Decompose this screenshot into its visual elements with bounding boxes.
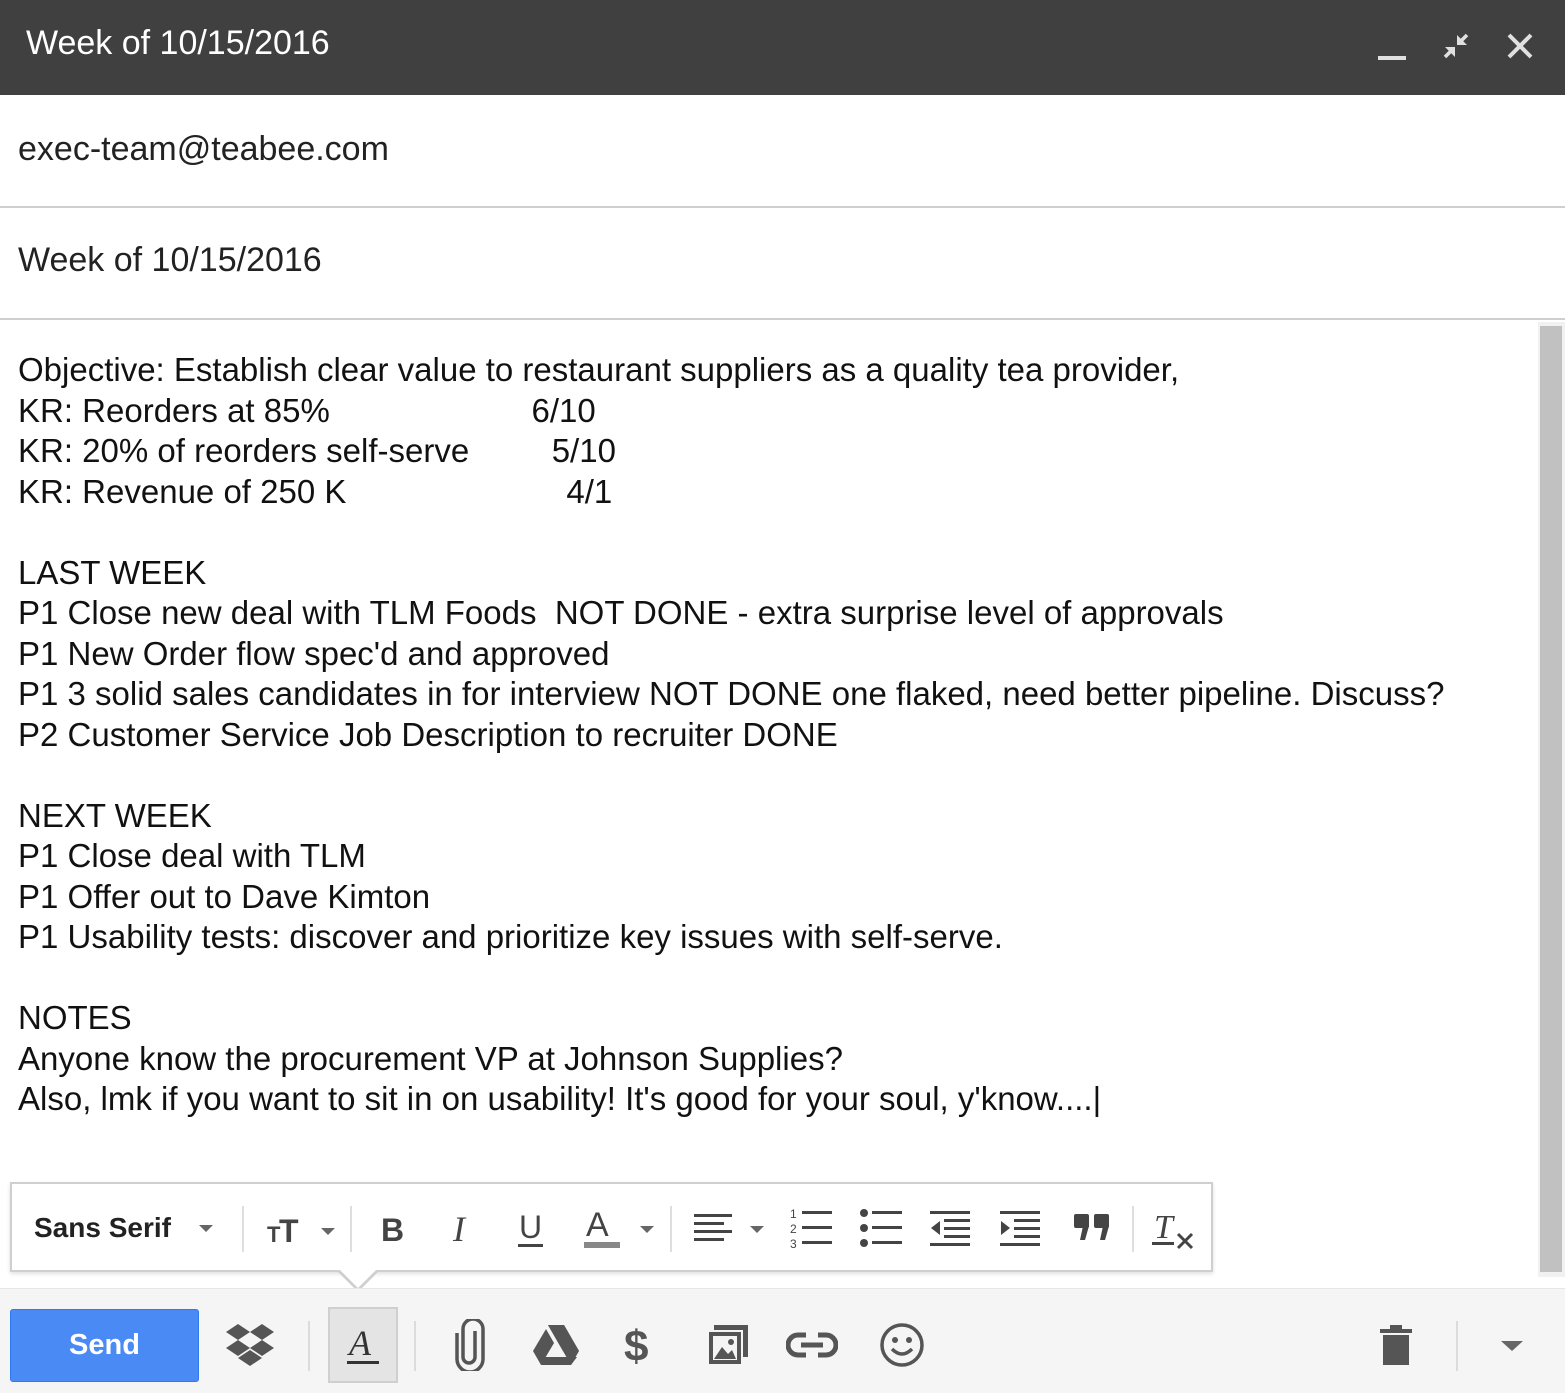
separator xyxy=(1456,1321,1458,1371)
compose-bottom-toolbar: Send A $ xyxy=(0,1288,1565,1393)
bold-icon[interactable]: B xyxy=(368,1202,418,1254)
svg-text:T: T xyxy=(1154,1209,1175,1246)
separator xyxy=(350,1206,352,1252)
separator xyxy=(670,1206,672,1252)
message-body-text[interactable]: Objective: Establish clear value to rest… xyxy=(18,350,1444,1120)
subject-input[interactable]: Week of 10/15/2016 xyxy=(18,240,322,280)
attach-icon[interactable] xyxy=(438,1313,502,1377)
numbered-list-icon[interactable]: 123 xyxy=(784,1202,838,1254)
svg-text:I: I xyxy=(452,1209,467,1248)
svg-text:3: 3 xyxy=(790,1237,797,1250)
compose-title: Week of 10/15/2016 xyxy=(26,24,330,62)
separator xyxy=(414,1321,416,1371)
formatting-options-icon[interactable]: A xyxy=(328,1307,398,1383)
quote-icon[interactable] xyxy=(1066,1202,1120,1254)
separator xyxy=(1132,1206,1134,1252)
exit-fullscreen-icon[interactable] xyxy=(1434,24,1478,68)
more-options-icon[interactable] xyxy=(1480,1313,1544,1377)
remove-formatting-icon[interactable]: T xyxy=(1148,1202,1202,1254)
svg-text:$: $ xyxy=(624,1322,648,1371)
separator xyxy=(242,1206,244,1252)
send-button[interactable]: Send xyxy=(10,1309,199,1382)
svg-text:U: U xyxy=(519,1209,542,1245)
recipient-address[interactable]: exec-team@teabee.com xyxy=(18,129,389,169)
subject-field[interactable]: Week of 10/15/2016 xyxy=(0,208,1565,320)
compose-title-bar[interactable]: Week of 10/15/2016 xyxy=(0,0,1565,95)
svg-text:B: B xyxy=(381,1212,404,1248)
indent-more-icon[interactable] xyxy=(994,1202,1048,1254)
scrollbar-thumb[interactable] xyxy=(1540,326,1562,1272)
separator xyxy=(308,1321,310,1371)
photo-icon[interactable] xyxy=(696,1313,760,1377)
close-icon[interactable] xyxy=(1498,24,1542,68)
font-family-label: Sans Serif xyxy=(34,1212,171,1243)
formatting-toolbar-pointer-fill xyxy=(339,1269,377,1288)
chevron-down-icon xyxy=(198,1224,213,1232)
text-color-icon[interactable]: A xyxy=(578,1202,658,1254)
svg-text:A: A xyxy=(586,1206,609,1244)
body-scrollbar[interactable] xyxy=(1538,322,1565,1277)
drive-icon[interactable] xyxy=(524,1313,588,1377)
svg-text:1: 1 xyxy=(790,1207,797,1221)
minimize-icon[interactable] xyxy=(1370,24,1414,68)
link-icon[interactable] xyxy=(780,1313,844,1377)
italic-icon[interactable]: I xyxy=(438,1202,488,1254)
money-icon[interactable]: $ xyxy=(608,1313,672,1377)
align-icon[interactable] xyxy=(688,1202,768,1254)
indent-less-icon[interactable] xyxy=(924,1202,978,1254)
underline-icon[interactable]: U xyxy=(506,1202,556,1254)
font-family-select[interactable]: Sans Serif xyxy=(34,1202,234,1254)
bulleted-list-icon[interactable] xyxy=(854,1202,908,1254)
svg-text:2: 2 xyxy=(790,1222,797,1236)
trash-icon[interactable] xyxy=(1364,1313,1428,1377)
message-body[interactable]: Objective: Establish clear value to rest… xyxy=(0,322,1536,1182)
text-size-icon[interactable]: T T xyxy=(260,1202,340,1254)
to-field[interactable]: exec-team@teabee.com xyxy=(0,95,1565,208)
dropbox-icon[interactable] xyxy=(218,1313,282,1377)
svg-text:T: T xyxy=(279,1213,299,1248)
formatting-toolbar: Sans Serif T T B I U A 123 T xyxy=(10,1182,1213,1272)
emoji-icon[interactable] xyxy=(870,1313,934,1377)
svg-text:A: A xyxy=(347,1323,372,1363)
